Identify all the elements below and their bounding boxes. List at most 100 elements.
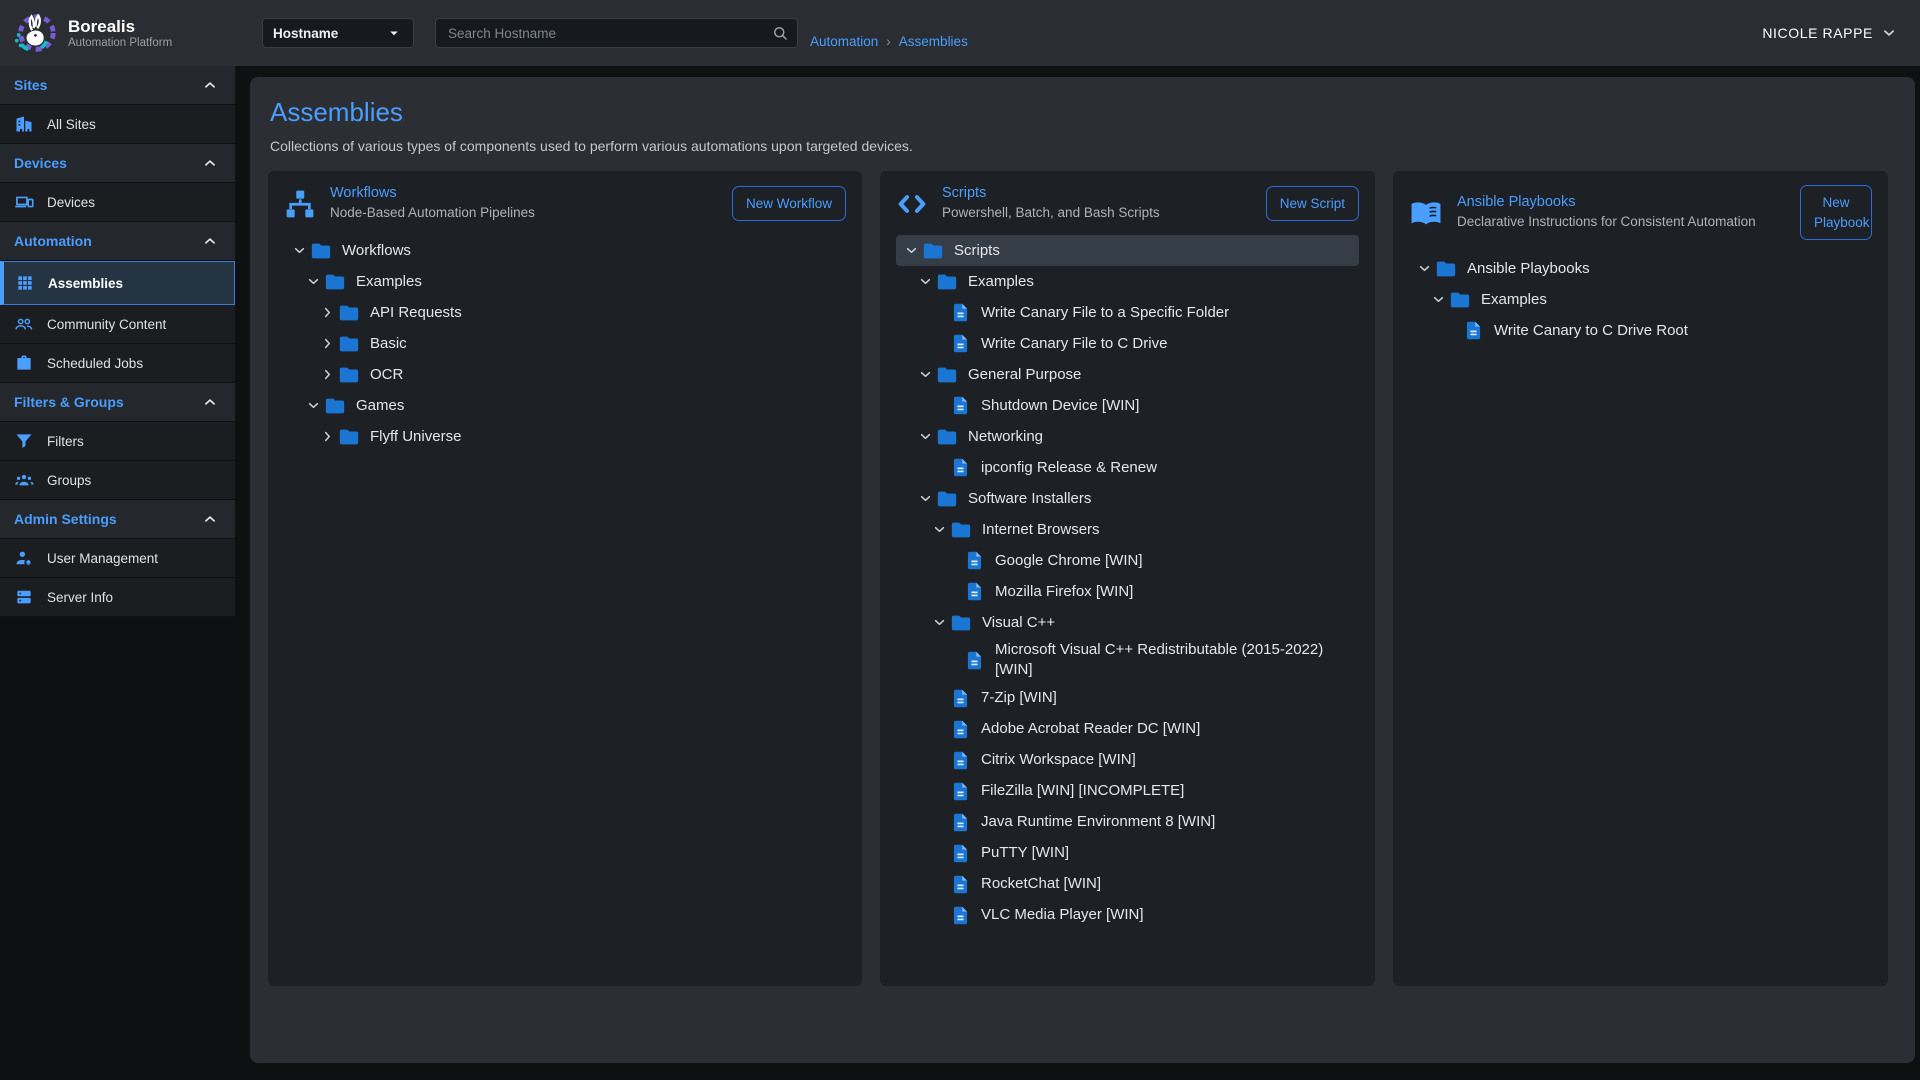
tree-folder-networking[interactable]: Networking: [896, 421, 1359, 452]
tree-folder-examples[interactable]: Examples: [896, 266, 1359, 297]
tree-toggle[interactable]: [302, 397, 324, 414]
tree-file-ipconfig-release-renew[interactable]: ipconfig Release & Renew: [896, 452, 1359, 483]
tree-file-write-canary-file-to-a-specific-folder[interactable]: Write Canary File to a Specific Folder: [896, 297, 1359, 328]
breadcrumb-link-automation[interactable]: Automation: [810, 34, 878, 49]
tree-toggle[interactable]: [914, 366, 936, 383]
sidebar-item-user-management[interactable]: User Management: [0, 539, 235, 578]
new-script-button[interactable]: New Script: [1266, 186, 1359, 222]
tree-folder-software-installers[interactable]: Software Installers: [896, 483, 1359, 514]
tree-item-label: Ansible Playbooks: [1467, 257, 1590, 281]
folder-icon: [936, 271, 958, 293]
tree-folder-general-purpose[interactable]: General Purpose: [896, 359, 1359, 390]
tree-toggle[interactable]: [316, 335, 338, 352]
briefcase-icon: [14, 353, 34, 373]
tree-toggle[interactable]: [928, 614, 950, 631]
sidebar-section-automation[interactable]: Automation: [0, 222, 235, 261]
tree-file-vlc-media-player-win[interactable]: VLC Media Player [WIN]: [896, 900, 1359, 931]
tree-toggle[interactable]: [928, 521, 950, 538]
tree-toggle[interactable]: [288, 242, 310, 259]
tree-folder-internet-browsers[interactable]: Internet Browsers: [896, 514, 1359, 545]
tree-folder-api-requests[interactable]: API Requests: [284, 297, 846, 328]
code-icon: [896, 188, 928, 220]
tree-file-write-canary-file-to-c-drive[interactable]: Write Canary File to C Drive: [896, 328, 1359, 359]
sidebar-item-server-info[interactable]: Server Info: [0, 578, 235, 617]
tree-workflows: Workflows Examples API Requests BasicOCRGam…: [284, 235, 846, 452]
user-name: NICOLE RAPPE: [1762, 25, 1873, 41]
search-input[interactable]: [446, 25, 771, 42]
tree-folder-examples[interactable]: Examples: [284, 266, 846, 297]
sidebar-item-all-sites[interactable]: All Sites: [0, 105, 235, 144]
tree-folder-games[interactable]: Games: [284, 390, 846, 421]
tree-file-adobe-acrobat-reader-dc-win[interactable]: Adobe Acrobat Reader DC [WIN]: [896, 714, 1359, 745]
tree-folder-flyff-universe[interactable]: Flyff Universe: [284, 421, 846, 452]
sidebar-item-devices[interactable]: Devices: [0, 183, 235, 222]
tree-toggle[interactable]: [914, 273, 936, 290]
chevron-down-icon: [1880, 24, 1898, 42]
sidebar-item-scheduled-jobs[interactable]: Scheduled Jobs: [0, 344, 235, 383]
tree-toggle[interactable]: [316, 366, 338, 383]
tree-file-write-canary-to-c-drive-root[interactable]: Write Canary to C Drive Root: [1409, 315, 1872, 346]
tree-toggle[interactable]: [900, 242, 922, 259]
tree-file-java-runtime-environment-8-win[interactable]: Java Runtime Environment 8 [WIN]: [896, 807, 1359, 838]
tree-folder-ansible-playbooks[interactable]: Ansible Playbooks: [1409, 253, 1872, 284]
tree-file-rocketchat-win[interactable]: RocketChat [WIN]: [896, 869, 1359, 900]
sidebar-section-filters-groups[interactable]: Filters & Groups: [0, 383, 235, 422]
tree-toggle[interactable]: [914, 490, 936, 507]
breadcrumb-link-assemblies[interactable]: Assemblies: [899, 34, 968, 49]
tree-file-google-chrome-win[interactable]: Google Chrome [WIN]: [896, 545, 1359, 576]
tree-folder-scripts[interactable]: Scripts: [896, 235, 1359, 266]
sidebar: SitesAll Sites Devices Devices Automation As…: [0, 66, 235, 617]
tree-folder-basic[interactable]: Basic: [284, 328, 846, 359]
new-workflow-button[interactable]: New Workflow: [732, 186, 846, 222]
tree-file-filezilla-win-incomplete[interactable]: FileZilla [WIN] [INCOMPLETE]: [896, 776, 1359, 807]
tree-item-label: API Requests: [370, 301, 462, 325]
tree-file-mozilla-firefox-win[interactable]: Mozilla Firefox [WIN]: [896, 576, 1359, 607]
tree-item-label: Workflows: [342, 239, 411, 263]
tree-toggle[interactable]: [302, 273, 324, 290]
sidebar-item-label: Server Info: [47, 590, 113, 605]
sidebar-section-admin-settings[interactable]: Admin Settings: [0, 500, 235, 539]
chevron-down-icon: [1880, 24, 1898, 42]
sidebar-item-groups[interactable]: Groups: [0, 461, 235, 500]
tree-toggle[interactable]: [1427, 291, 1449, 308]
tree-item-label: Citrix Workspace [WIN]: [981, 748, 1136, 772]
sidebar-section-label: Devices: [14, 155, 67, 171]
tree-file-citrix-workspace-win[interactable]: Citrix Workspace [WIN]: [896, 745, 1359, 776]
tree-item-label: Internet Browsers: [982, 518, 1100, 542]
card-header: Ansible PlaybooksDeclarative Instruction…: [1409, 185, 1872, 240]
tree-folder-visual-c[interactable]: Visual C++: [896, 607, 1359, 638]
tree-toggle[interactable]: [316, 428, 338, 445]
hostname-select-value: Hostname: [273, 26, 338, 41]
tree-folder-examples[interactable]: Examples: [1409, 284, 1872, 315]
tree-ansible-playbooks: Ansible Playbooks ExamplesWrite Canary to…: [1409, 253, 1872, 346]
tree-folder-workflows[interactable]: Workflows: [284, 235, 846, 266]
chevron-down-icon: [291, 242, 308, 259]
tree-toggle[interactable]: [316, 304, 338, 321]
tree-file-7-zip-win[interactable]: 7-Zip [WIN]: [896, 683, 1359, 714]
sidebar-section-devices[interactable]: Devices: [0, 144, 235, 183]
card-title: Scripts: [942, 185, 1252, 201]
chevron-down-icon: [1416, 260, 1433, 277]
sidebar-item-label: Scheduled Jobs: [47, 356, 143, 371]
tree-file-shutdown-device-win[interactable]: Shutdown Device [WIN]: [896, 390, 1359, 421]
tree-file-putty-win[interactable]: PuTTY [WIN]: [896, 838, 1359, 869]
new-playbook-button[interactable]: New Playbook: [1800, 185, 1872, 240]
sidebar-item-filters[interactable]: Filters: [0, 422, 235, 461]
tree-folder-ocr[interactable]: OCR: [284, 359, 846, 390]
user-menu[interactable]: NICOLE RAPPE: [1762, 24, 1920, 42]
sidebar-item-assemblies[interactable]: Assemblies: [0, 261, 235, 305]
tree-file-microsoft-visual-c-redistributable-2015-2022-win[interactable]: Microsoft Visual C++ Redistributable (20…: [896, 638, 1359, 683]
file-icon: [1463, 320, 1484, 341]
sidebar-section-label: Automation: [14, 233, 92, 249]
tree-item-label: ipconfig Release & Renew: [981, 456, 1157, 480]
people-icon: [14, 314, 34, 334]
tree-toggle[interactable]: [914, 428, 936, 445]
chevron-down-icon: [931, 614, 948, 631]
sidebar-section-sites[interactable]: Sites: [0, 66, 235, 105]
tree-toggle[interactable]: [1413, 260, 1435, 277]
sidebar-item-community-content[interactable]: Community Content: [0, 305, 235, 344]
file-icon: [950, 688, 971, 709]
folder-icon: [936, 364, 958, 386]
hostname-select[interactable]: Hostname: [262, 18, 414, 48]
sidebar-item-label: Devices: [47, 195, 95, 210]
